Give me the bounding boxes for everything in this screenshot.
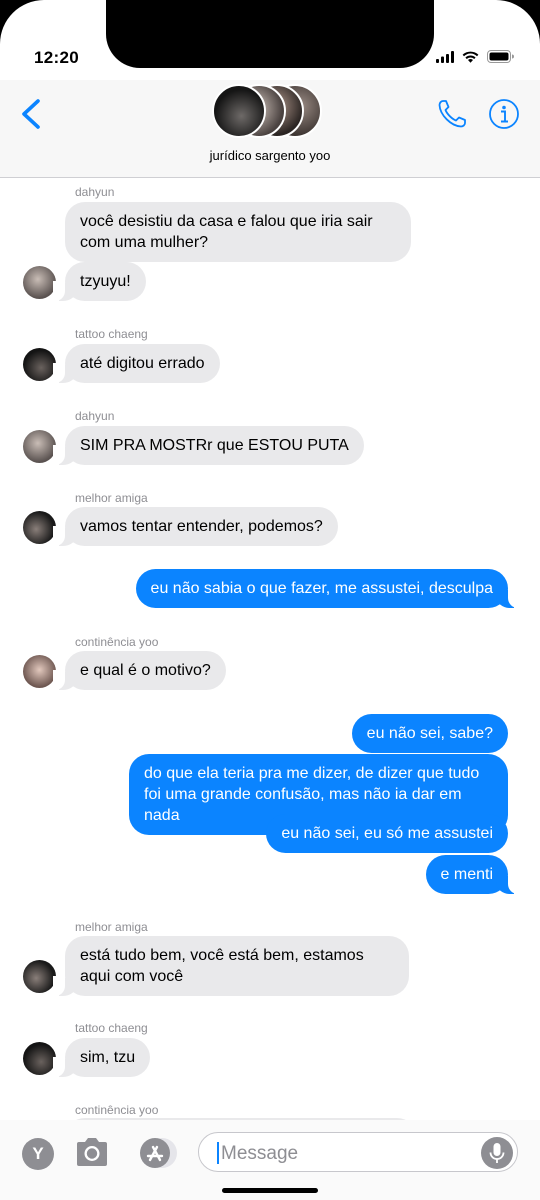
message-text: você desistiu da casa e falou que iria s… [80, 213, 373, 251]
phone-screen: 12:20 jurídico sargento yoo dahyun você … [0, 0, 540, 1200]
message-placeholder: Message [221, 1143, 299, 1164]
avatar[interactable] [23, 655, 56, 688]
avatar[interactable] [23, 960, 56, 993]
incoming-message-bubble[interactable]: até digitou errado [53, 344, 220, 383]
cellular-signal-icon [436, 50, 454, 63]
info-icon[interactable] [488, 98, 520, 130]
avatar[interactable] [23, 1042, 56, 1075]
sender-name: tattoo chaeng [75, 327, 148, 341]
incoming-message-bubble[interactable]: sim, tzu [52, 1038, 151, 1077]
incoming-message-bubble[interactable]: está tudo bem, você está bem, estamos aq… [53, 936, 409, 996]
apps-button[interactable]: Y [22, 1138, 54, 1170]
sender-name: continência yoo [75, 635, 159, 649]
status-time: 12:20 [34, 48, 79, 67]
phone-call-icon[interactable] [436, 98, 468, 130]
incoming-message-bubble[interactable]: tzyuyu! [53, 262, 146, 301]
battery-icon [487, 50, 514, 63]
app-store-icon[interactable] [134, 1136, 178, 1170]
message-text: eu não sei, eu só me assustei [281, 825, 493, 842]
notch [106, 0, 434, 68]
message-list[interactable]: dahyun você desistiu da casa e falou que… [0, 178, 540, 1120]
sender-name: continência yoo [75, 1103, 159, 1117]
incoming-message-bubble[interactable]: vamos tentar entender, podemos? [53, 507, 338, 546]
message-text: tzyuyu! [80, 273, 131, 290]
incoming-message-bubble[interactable]: SIM PRA MOSTRr que ESTOU PUTA [53, 426, 364, 465]
group-avatars[interactable] [212, 84, 332, 140]
avatar[interactable] [23, 266, 56, 299]
avatar[interactable] [23, 430, 56, 463]
conversation-header: jurídico sargento yoo [0, 80, 540, 178]
incoming-message-bubble[interactable]: e qual é o motivo? [53, 651, 226, 690]
message-text: e qual é o motivo? [80, 662, 211, 679]
outgoing-message-bubble[interactable]: eu não sei, sabe? [351, 714, 508, 753]
message-text: vamos tentar entender, podemos? [80, 518, 323, 535]
message-text: até digitou errado [80, 355, 205, 372]
outgoing-message-bubble[interactable]: e menti [425, 855, 521, 894]
avatar[interactable] [23, 511, 56, 544]
microphone-button[interactable] [481, 1137, 513, 1169]
message-text: eu não sabia o que fazer, me assustei, d… [150, 580, 493, 597]
group-name[interactable]: jurídico sargento yoo [0, 148, 540, 163]
microphone-icon [489, 1143, 505, 1163]
avatar[interactable] [23, 348, 56, 381]
incoming-message-bubble[interactable]: você desistiu da casa e falou que iria s… [65, 202, 411, 262]
message-input[interactable]: Message [198, 1132, 518, 1172]
status-icons [436, 50, 514, 63]
message-text: sim, tzu [80, 1049, 136, 1066]
sender-name: melhor amiga [75, 920, 148, 934]
text-cursor [217, 1142, 219, 1164]
sender-name: dahyun [75, 185, 115, 199]
message-text: eu não sei, sabe? [366, 725, 493, 742]
home-indicator[interactable] [222, 1188, 318, 1193]
message-text: SIM PRA MOSTRr que ESTOU PUTA [80, 437, 349, 454]
message-text: e menti [440, 866, 493, 883]
group-avatar-1 [212, 84, 266, 138]
outgoing-message-bubble[interactable]: eu não sei, eu só me assustei [266, 814, 508, 853]
outgoing-message-bubble[interactable]: eu não sabia o que fazer, me assustei, d… [135, 569, 521, 608]
message-text: está tudo bem, você está bem, estamos aq… [80, 947, 364, 985]
wifi-icon [462, 51, 479, 63]
camera-icon[interactable] [74, 1136, 110, 1168]
sender-name: dahyun [75, 409, 115, 423]
back-chevron-icon[interactable] [16, 96, 44, 132]
sender-name: melhor amiga [75, 491, 148, 505]
sender-name: tattoo chaeng [75, 1021, 148, 1035]
